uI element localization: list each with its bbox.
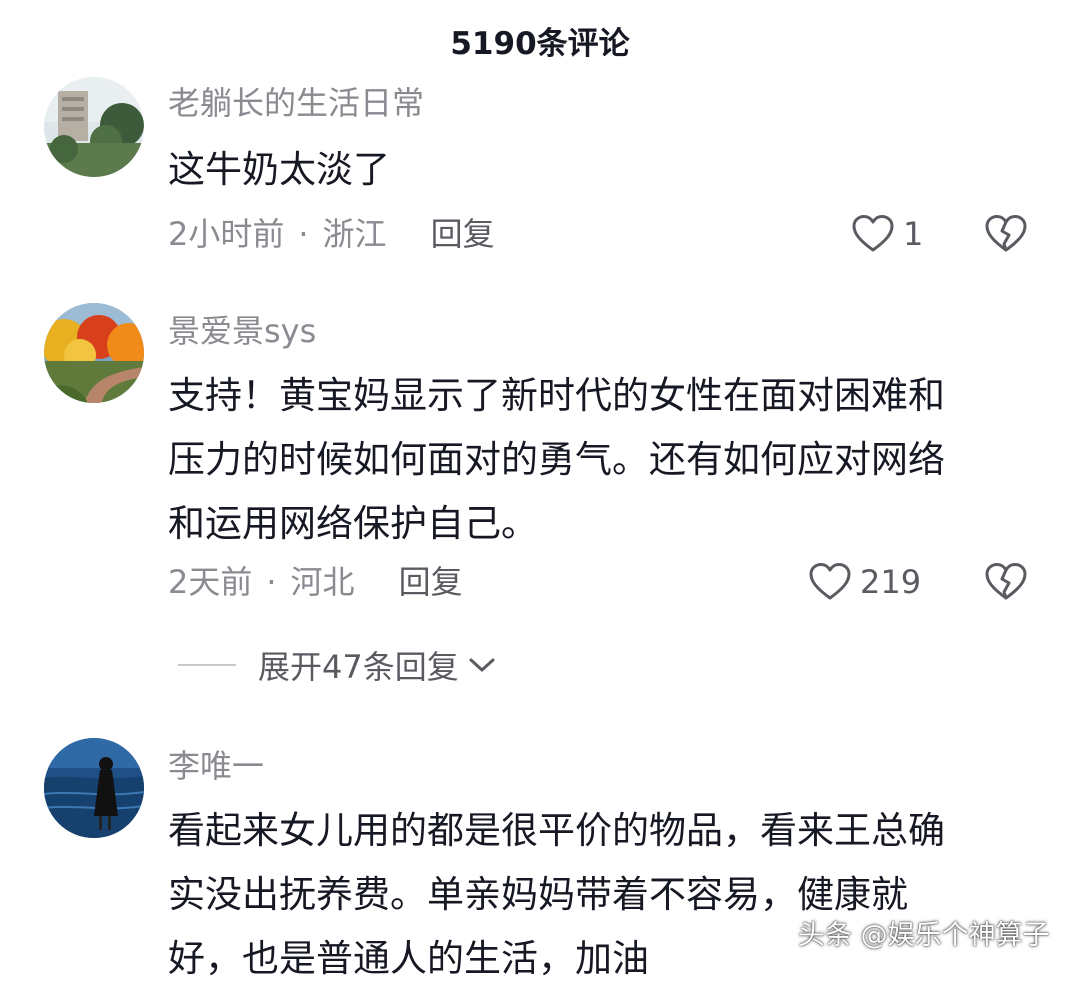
reply-button[interactable]: 回复: [399, 563, 463, 601]
chevron-down-icon: [469, 658, 495, 672]
avatar[interactable]: [44, 77, 144, 177]
heart-outline-icon: [852, 215, 894, 252]
comments-count-title: 5190条评论: [450, 26, 630, 62]
comment-time: 2小时前: [168, 215, 285, 253]
comment-meta: 2天前 · 河北 回复: [168, 559, 463, 605]
broken-heart-icon: [985, 563, 1027, 600]
comment-meta: 2小时前 · 浙江 回复: [168, 211, 495, 257]
like-button[interactable]: 219: [808, 559, 921, 605]
avatar[interactable]: [44, 303, 144, 403]
comment-username[interactable]: 景爱景sys: [168, 308, 316, 354]
dislike-button[interactable]: [984, 559, 1028, 605]
comment-text-line: 压力的时候如何面对的勇气。还有如何应对网络: [168, 438, 945, 481]
comment-username[interactable]: 老躺长的生活日常: [168, 80, 424, 126]
comment-text-line: 这牛奶太淡了: [168, 148, 390, 191]
like-button[interactable]: 1: [851, 211, 923, 257]
comment-text-line: 支持！黄宝妈显示了新时代的女性在面对困难和: [168, 374, 945, 417]
heart-outline-icon: [809, 563, 851, 600]
broken-heart-icon: [985, 215, 1027, 252]
comment-location: 河北: [290, 563, 355, 601]
comment-text-line: 和运用网络保护自己。: [168, 502, 538, 545]
expand-replies-button[interactable]: 展开47条回复: [178, 640, 497, 690]
avatar-image: [44, 738, 144, 838]
reply-button[interactable]: 回复: [431, 215, 495, 253]
like-count: 219: [860, 563, 922, 601]
comment-content: 支持！黄宝妈显示了新时代的女性在面对困难和 压力的时候如何面对的勇气。还有如何应…: [168, 364, 1048, 556]
comment-username[interactable]: 李唯一: [168, 743, 264, 789]
meta-separator: ·: [298, 215, 309, 253]
watermark: 头条 @娱乐个神算子: [798, 920, 1050, 951]
dislike-button[interactable]: [984, 211, 1028, 257]
avatar[interactable]: [44, 738, 144, 838]
avatar-image: [44, 77, 144, 177]
comment-text-line: 看起来女儿用的都是很平价的物品，看来王总确: [168, 809, 945, 852]
avatar-image: [44, 303, 144, 403]
comment-location: 浙江: [322, 215, 387, 253]
comment-content: 这牛奶太淡了: [168, 138, 1048, 202]
comment-time: 2天前: [168, 563, 253, 601]
comment-content: 看起来女儿用的都是很平价的物品，看来王总确 实没出抚养费。单亲妈妈带着不容易，健…: [168, 799, 1048, 991]
like-count: 1: [903, 215, 924, 253]
expand-replies-label: 展开47条回复: [258, 648, 459, 686]
divider-line: [178, 664, 236, 666]
meta-separator: ·: [266, 563, 277, 601]
